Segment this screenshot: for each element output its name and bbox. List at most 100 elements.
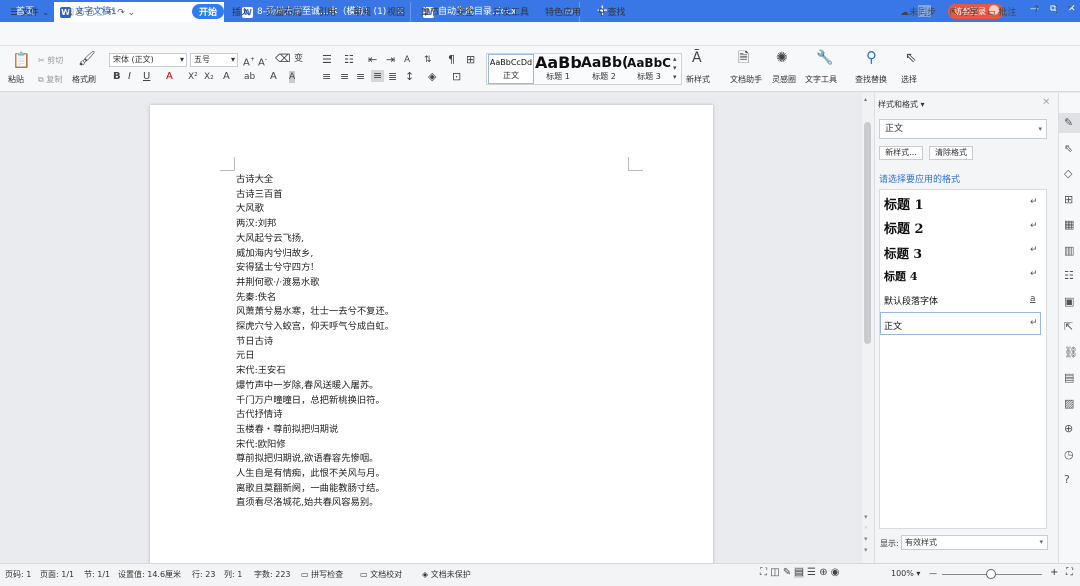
table-icon[interactable]: ⊞	[1064, 194, 1073, 206]
show-select[interactable]: 有效样式 ▾	[901, 535, 1048, 550]
paste-icon[interactable]: 📋	[12, 52, 31, 68]
document-line[interactable]: 玉楼春・尊前拟把归期说	[236, 424, 338, 436]
current-style-select[interactable]: 正文 ▾	[879, 119, 1047, 139]
zoom-out-button[interactable]: —	[929, 569, 937, 578]
status-page-code[interactable]: 页码: 1	[5, 569, 31, 580]
menu-view[interactable]: 视图	[387, 5, 405, 18]
proofread-button[interactable]: ▭ 文档校对	[360, 569, 402, 580]
menu-search[interactable]: ⚲ 查找	[598, 5, 625, 18]
style-item-heading2[interactable]: 标题 2	[884, 218, 924, 237]
paste-button[interactable]: 粘贴	[8, 74, 24, 85]
print-preview-icon[interactable]: 🗋	[97, 8, 104, 18]
grow-font-icon[interactable]: A+	[243, 54, 255, 69]
subscript-icon[interactable]: X₂	[204, 71, 214, 83]
style-item-heading4[interactable]: 标题 4	[884, 268, 917, 284]
fullscreen-icon[interactable]: ⛶	[760, 567, 767, 578]
document-line[interactable]: 古代抒情诗	[236, 409, 283, 421]
document-line[interactable]: 宋代:欧阳修	[236, 439, 286, 451]
inspiration-button[interactable]: 灵感圈	[772, 74, 796, 85]
align-justify-icon[interactable]: ≡	[371, 70, 385, 82]
menu-review[interactable]: 审阅	[353, 5, 371, 18]
highlight-icon[interactable]: ab	[244, 71, 255, 83]
zoom-level[interactable]: 100% ▾	[891, 569, 920, 578]
zoom-in-button[interactable]: +	[1050, 567, 1058, 578]
reading-view-icon[interactable]: ◫	[770, 567, 779, 578]
document-line[interactable]: 大风歌	[236, 203, 264, 215]
style-item-heading1[interactable]: 标题 1	[884, 194, 924, 213]
lightbulb-icon[interactable]: ✺	[776, 51, 788, 65]
save-icon[interactable]: 🖫	[66, 8, 74, 18]
find-replace-button[interactable]: 查找替换	[855, 74, 887, 85]
status-row[interactable]: 行: 23	[192, 569, 215, 580]
chevron-down-icon[interactable]: ⌄	[128, 8, 136, 18]
pen-view-icon[interactable]: ✎	[783, 567, 791, 578]
bold-icon[interactable]: B	[113, 71, 121, 83]
download-icon[interactable]: ⊕	[1064, 423, 1073, 435]
redo-icon[interactable]: ↷	[117, 8, 125, 18]
style-item-heading3[interactable]: 标题 3	[884, 243, 922, 262]
status-section[interactable]: 节: 1/1	[84, 569, 110, 580]
close-panel-icon[interactable]: ✕	[1042, 97, 1050, 108]
document-line[interactable]: 大风起兮云飞扬,	[236, 233, 304, 245]
outline-view-icon[interactable]: ☰	[807, 567, 816, 578]
gallery-scroll-icon[interactable]: ▴ ▾ ▾	[673, 55, 677, 82]
pointer-icon[interactable]: ⇖	[905, 51, 917, 65]
new-style-icon[interactable]: Ā	[692, 51, 702, 65]
find-replace-icon[interactable]: ⚲	[866, 50, 877, 65]
format-painter-button[interactable]: 格式刷	[72, 74, 96, 85]
more-menu-icon[interactable]: ⋮	[1052, 5, 1061, 15]
export-icon[interactable]: ⇱	[1064, 321, 1073, 333]
align-left-icon[interactable]: ≡	[322, 71, 331, 83]
fit-window-icon[interactable]: ⛶	[1066, 567, 1073, 578]
style-heading2[interactable]: AaBb(标题 2	[581, 54, 627, 84]
format-painter-icon[interactable]: 🖌	[78, 52, 96, 66]
style-item-default-font[interactable]: 默认段落字体	[884, 294, 938, 307]
menu-insert[interactable]: 插入	[232, 5, 250, 18]
clear-format-icon[interactable]: ⌫	[275, 53, 291, 65]
sliders-icon[interactable]: ☷	[1064, 270, 1074, 282]
zoom-slider-thumb[interactable]	[986, 569, 996, 579]
status-col[interactable]: 列: 1	[224, 569, 242, 580]
style-item-normal[interactable]: 正文	[884, 319, 902, 332]
numbered-list-icon[interactable]: ☷	[344, 54, 354, 66]
menu-page-layout[interactable]: 页面布局	[266, 5, 302, 18]
document-line[interactable]: 节日古诗	[236, 336, 273, 348]
document-line[interactable]: 先秦:佚名	[236, 292, 276, 304]
superscript-icon[interactable]: X²	[188, 71, 198, 83]
document-line[interactable]: 两汉:刘邦	[236, 218, 276, 230]
output-pdf-icon[interactable]: ⎙	[77, 8, 84, 18]
align-right-icon[interactable]: ≡	[356, 71, 365, 83]
document-line[interactable]: 古诗三百首	[236, 189, 283, 201]
select-button[interactable]: 选择	[901, 74, 917, 85]
link-icon[interactable]: ⛓	[1064, 347, 1078, 359]
sort-icon[interactable]: ⇅	[424, 54, 432, 66]
help-button[interactable]: ?	[1034, 5, 1039, 15]
line-spacing-icon[interactable]: ↕	[405, 71, 414, 83]
collapse-ribbon-icon[interactable]: ⌃	[1066, 5, 1074, 15]
document-line[interactable]: 安得猛士兮守四方!	[236, 262, 314, 274]
status-word-count[interactable]: 字数: 223	[254, 569, 291, 580]
picture-icon[interactable]: ▨	[1064, 398, 1074, 410]
shapes-icon[interactable]: ◇	[1064, 168, 1072, 180]
document-line[interactable]: 风萧萧兮易水寒，壮士一去兮不复还。	[236, 306, 394, 318]
document-line[interactable]: 古诗大全	[236, 174, 273, 186]
pen-style-icon[interactable]: ✎	[1064, 117, 1073, 129]
help-circle-icon[interactable]: ?	[1064, 474, 1070, 486]
text-tools-button[interactable]: 文字工具	[805, 74, 837, 85]
document-page[interactable]	[150, 105, 713, 565]
copy-button[interactable]: ⧉ 复制	[38, 74, 62, 85]
doc-assistant-button[interactable]: 文档助手	[730, 74, 762, 85]
menu-developer[interactable]: 开发工具	[493, 5, 529, 18]
share-button[interactable]: ⇱ 分享	[950, 5, 978, 18]
table-grid-icon[interactable]: ⊞	[466, 54, 475, 66]
font-color-icon[interactable]: A	[166, 71, 173, 83]
show-marks-icon[interactable]: ¶	[448, 54, 455, 66]
italic-icon[interactable]: I	[128, 71, 131, 83]
style-heading3[interactable]: AaBbC 标题 3	[627, 54, 671, 84]
new-style-panel-button[interactable]: 新样式...	[879, 146, 923, 160]
file-menu[interactable]: ☰ 文件 ⌄	[10, 5, 49, 18]
clear-format-button[interactable]: 清除格式	[929, 146, 973, 160]
document-line[interactable]: 爆竹声中一岁除,春风送暖入屠苏。	[236, 380, 378, 392]
document-line[interactable]: 直须看尽洛城花,始共春风容易别。	[236, 497, 378, 509]
scroll-up-icon[interactable]: ▴	[864, 96, 867, 103]
